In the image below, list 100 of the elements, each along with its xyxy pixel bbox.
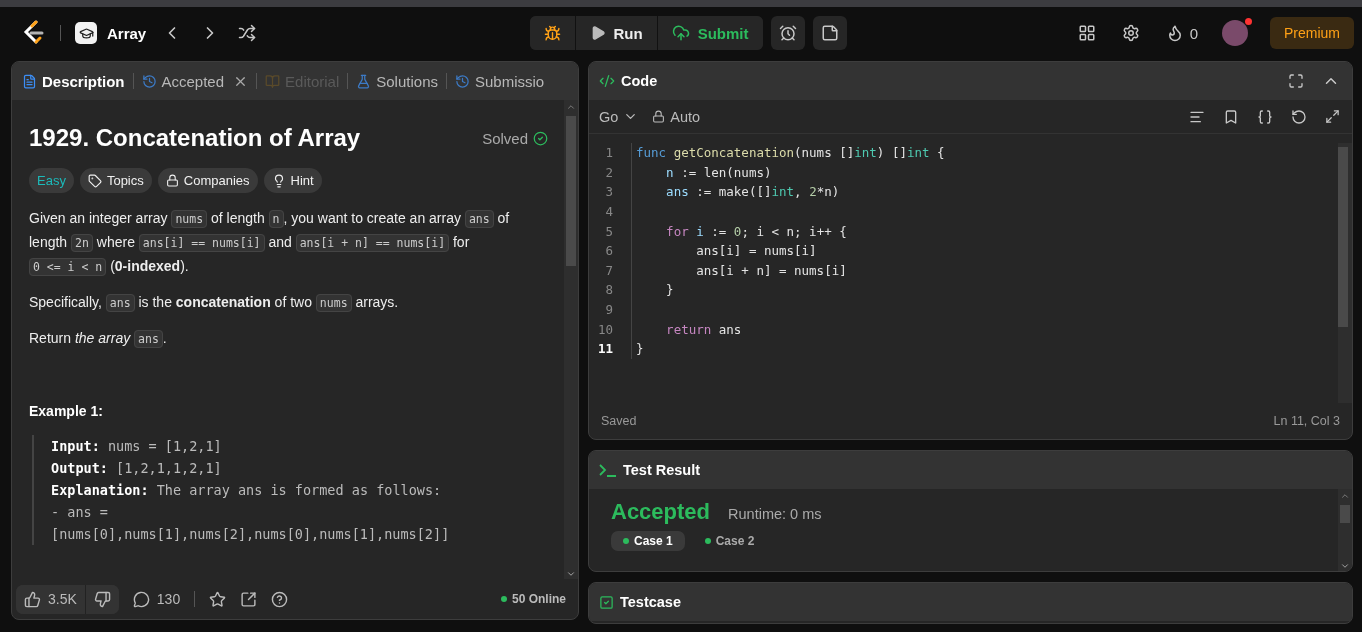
line-number: 10: [596, 321, 614, 337]
braces-icon: [1257, 108, 1273, 125]
alarm-clock-icon: [778, 24, 797, 42]
tag-chip[interactable]: Topics: [79, 168, 152, 193]
code-line: func getConcatenation(nums []int) []int {: [631, 143, 945, 163]
fullscreen-icon: [1288, 73, 1304, 89]
language-dropdown[interactable]: Go: [599, 108, 639, 125]
shuffle-icon: [238, 24, 257, 42]
terminal-icon: [599, 463, 617, 477]
code-line: }: [631, 280, 674, 300]
inline-code: nums: [171, 210, 208, 228]
expand-icon: [1325, 109, 1340, 124]
document-icon: [22, 73, 37, 89]
scrollbar[interactable]: [1338, 489, 1352, 571]
undo-icon: [1291, 108, 1307, 125]
example-block: Input: nums = [1,2,1] Output: [1,2,1,1,2,1] Explanation: The array ans is formed as follows: - ans = [nums[0],nums[1],nums[2],nums[0],nums[1],nums[2]]: [32, 435, 548, 545]
scroll-thumb[interactable]: [1338, 147, 1348, 327]
inline-code: n: [268, 210, 284, 228]
auto-mode-button[interactable]: Auto: [652, 108, 701, 125]
cloud-upload-icon: [671, 24, 690, 42]
logo-icon[interactable]: [22, 20, 46, 46]
solved-status: Solved: [482, 129, 548, 147]
description-paragraph: Given an integer array nums of length n , you want to create an array ans of length 2n where ans[i] == nums[i] and ans[i + n] == nums[i] for 0 <= i < n (0-indexed).: [29, 209, 511, 278]
scroll-up-icon[interactable]: [1340, 491, 1350, 501]
line-number: 2: [604, 164, 614, 180]
graduation-cap-icon: [75, 22, 97, 44]
line-number: 11: [596, 341, 614, 357]
share-button[interactable]: [240, 590, 258, 608]
lock-icon: [652, 110, 666, 123]
lock-icon: [165, 174, 179, 187]
online-count: 50 Online: [500, 592, 566, 606]
code-line: n := len(nums): [631, 162, 772, 183]
problem-list-link[interactable]: Array: [75, 22, 147, 44]
case-tab[interactable]: Case 2: [692, 531, 767, 551]
scroll-thumb[interactable]: [1340, 505, 1350, 523]
example-title: Example 1:: [29, 403, 104, 419]
code-line: }: [631, 338, 644, 359]
thumbs-up-icon: [24, 590, 41, 608]
scroll-thumb[interactable]: [566, 116, 576, 266]
panel-tab[interactable]: Submissio: [455, 72, 545, 90]
expand-button[interactable]: [1323, 107, 1342, 126]
panel-title: Test Result: [623, 462, 701, 478]
inline-code: ans: [134, 330, 163, 348]
line-number: 8: [604, 282, 614, 298]
note-icon: [820, 24, 839, 42]
scroll-down-icon[interactable]: [566, 569, 576, 579]
history-icon: [141, 73, 157, 89]
code-line: ans := make([]int, 2*n): [631, 182, 840, 202]
help-button[interactable]: [271, 590, 289, 608]
fullscreen-button[interactable]: [1286, 71, 1306, 91]
panel-tab[interactable]: Description: [22, 72, 125, 90]
code-icon: [599, 73, 615, 89]
cursor-position: Ln 11, Col 3: [1273, 414, 1340, 428]
premium-button[interactable]: Premium: [1270, 17, 1354, 49]
tag-icon: [87, 173, 102, 188]
book-icon: [265, 73, 281, 89]
notes-button[interactable]: [812, 16, 847, 50]
streak-button[interactable]: 0: [1163, 22, 1200, 44]
panel-title: Testcase: [620, 594, 681, 610]
scroll-down-icon[interactable]: [1340, 561, 1350, 571]
check-icon: [533, 130, 548, 146]
star-button[interactable]: [209, 590, 227, 608]
inline-code: 2n: [71, 234, 93, 252]
star-icon: [209, 590, 227, 608]
settings-icon: [1121, 24, 1140, 42]
inline-code: ans: [464, 210, 494, 228]
line-number: 3: [604, 184, 614, 200]
comments-button[interactable]: 130: [132, 590, 181, 608]
comment-icon: [132, 590, 150, 608]
inline-code: ans[i + n] == nums[i]: [295, 234, 450, 252]
timer-button[interactable]: [770, 16, 805, 50]
scroll-up-icon[interactable]: [566, 102, 576, 112]
panel-tab[interactable]: Solutions: [356, 72, 438, 90]
inline-code: nums: [315, 294, 352, 312]
bug-icon: [543, 24, 561, 42]
difficulty-badge[interactable]: Easy: [29, 168, 74, 193]
save-status: Saved: [601, 414, 637, 428]
tag-chip[interactable]: Companies: [157, 168, 258, 193]
line-number: 6: [604, 243, 614, 259]
inline-code: ans: [105, 294, 135, 312]
runtime: Runtime: 0 ms: [728, 506, 822, 522]
description-paragraph: Return the array ans .: [29, 329, 168, 350]
submit-button[interactable]: Submit: [656, 16, 763, 50]
code-line: for i := 0; i < n; i++ {: [631, 221, 847, 241]
share-icon: [240, 590, 258, 608]
scrollbar[interactable]: [564, 100, 578, 579]
help-icon: [271, 590, 289, 608]
problem-title: 1929. Concatenation of Array: [29, 124, 361, 152]
case-tab[interactable]: Case 1: [611, 531, 685, 551]
code-line: return ans: [631, 319, 742, 339]
verdict: Accepted: [611, 499, 711, 525]
tag-chip[interactable]: Hint: [263, 168, 322, 193]
thumbs-down-icon: [93, 590, 111, 608]
line-number: 1: [604, 145, 614, 161]
panel-tab[interactable]: Accepted: [141, 72, 249, 90]
inline-code: ans[i] == nums[i]: [138, 234, 265, 252]
history-icon: [455, 73, 470, 89]
scrollbar[interactable]: [1338, 143, 1352, 403]
line-number: 4: [604, 204, 614, 220]
checkbox-icon: [599, 594, 614, 610]
